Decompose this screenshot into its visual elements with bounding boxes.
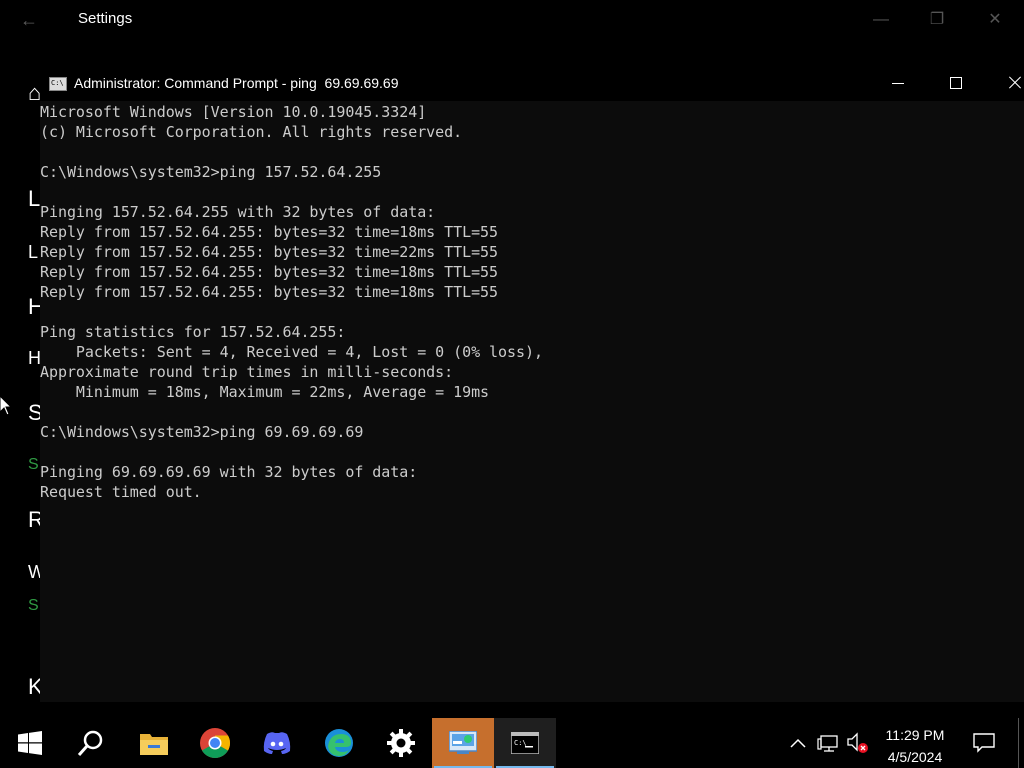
volume-tray-button[interactable] [844,718,870,768]
console-line: C:\Windows\system32>ping 69.69.69.69 [40,423,364,441]
console-line: Approximate round trip times in milli-se… [40,363,454,381]
clock-time: 11:29 PM [885,727,945,743]
back-arrow-icon[interactable]: ← [20,8,40,32]
taskbar-discord[interactable] [246,718,308,768]
taskbar: C:\ 11:29 PM 4/5/2024 [0,718,1024,768]
taskbar-file-explorer[interactable] [122,718,184,768]
console-line: Ping statistics for 157.52.64.255: [40,323,346,341]
edge-icon [325,729,353,757]
network-icon [817,735,838,752]
settings-link-peek[interactable]: S [28,597,39,615]
svg-text:C:\: C:\ [514,739,527,747]
taskbar-command-prompt[interactable]: C:\ [494,718,556,768]
settings-item-peek: L [28,186,41,211]
search-icon [77,730,103,756]
cmd-close-button[interactable] [991,65,1024,101]
cmd-maximize-button[interactable] [933,65,979,101]
clock-date: 4/5/2024 [887,749,943,765]
chevron-up-icon [790,738,806,748]
network-tray-button[interactable] [814,718,842,768]
cmd-window-title: Administrator: Command Prompt - ping 69.… [74,75,399,91]
notification-icon [973,733,995,753]
console-line: Reply from 157.52.64.255: bytes=32 time=… [40,263,499,281]
command-prompt-icon[interactable] [49,77,67,91]
command-prompt-icon: C:\ [511,732,539,754]
mouse-cursor-icon [0,396,12,416]
start-button[interactable] [0,718,60,768]
taskbar-clock[interactable]: 11:29 PM 4/5/2024 [870,724,960,768]
settings-minimize-button[interactable]: — [866,8,896,32]
settings-item-peek: L [28,242,39,262]
settings-link-peek[interactable]: S [28,456,39,474]
discord-icon [263,732,291,754]
console-line: Reply from 157.52.64.255: bytes=32 time=… [40,243,499,261]
cmd-title-bar[interactable]: Administrator: Command Prompt - ping 69.… [40,65,1024,101]
console-line: Minimum = 18ms, Maximum = 22ms, Average … [40,383,490,401]
search-button[interactable] [60,718,122,768]
settings-title: Settings [78,10,133,27]
console-line: Pinging 157.52.64.255 with 32 bytes of d… [40,203,436,221]
cmd-minimize-button[interactable] [875,65,921,101]
console-line: Request timed out. [40,483,202,501]
gear-icon [387,729,415,757]
console-line: Reply from 157.52.64.255: bytes=32 time=… [40,283,499,301]
console-line: (c) Microsoft Corporation. All rights re… [40,123,463,141]
taskbar-chrome[interactable] [184,718,246,768]
chrome-icon [200,728,230,758]
taskbar-control-panel[interactable] [432,718,494,768]
console-line: Pinging 69.69.69.69 with 32 bytes of dat… [40,463,418,481]
show-hidden-icons-button[interactable] [786,718,810,768]
console-line: Microsoft Windows [Version 10.0.19045.33… [40,103,427,121]
taskbar-edge[interactable] [308,718,370,768]
settings-close-button[interactable]: ✕ [980,8,1010,32]
windows-logo-icon [18,731,42,755]
volume-muted-icon [847,732,868,753]
settings-restore-button[interactable]: ❐ [922,8,952,32]
console-line: Reply from 157.52.64.255: bytes=32 time=… [40,223,499,241]
command-prompt-window[interactable]: Administrator: Command Prompt - ping 69.… [40,65,1024,702]
console-output[interactable]: Microsoft Windows [Version 10.0.19045.33… [40,102,1024,702]
console-line: Packets: Sent = 4, Received = 4, Lost = … [40,343,543,361]
folder-icon [140,734,168,755]
action-center-button[interactable] [962,718,1006,768]
taskbar-settings[interactable] [370,718,432,768]
control-panel-icon [449,731,477,754]
show-desktop-button[interactable] [1018,718,1019,768]
console-line: C:\Windows\system32>ping 157.52.64.255 [40,163,382,181]
